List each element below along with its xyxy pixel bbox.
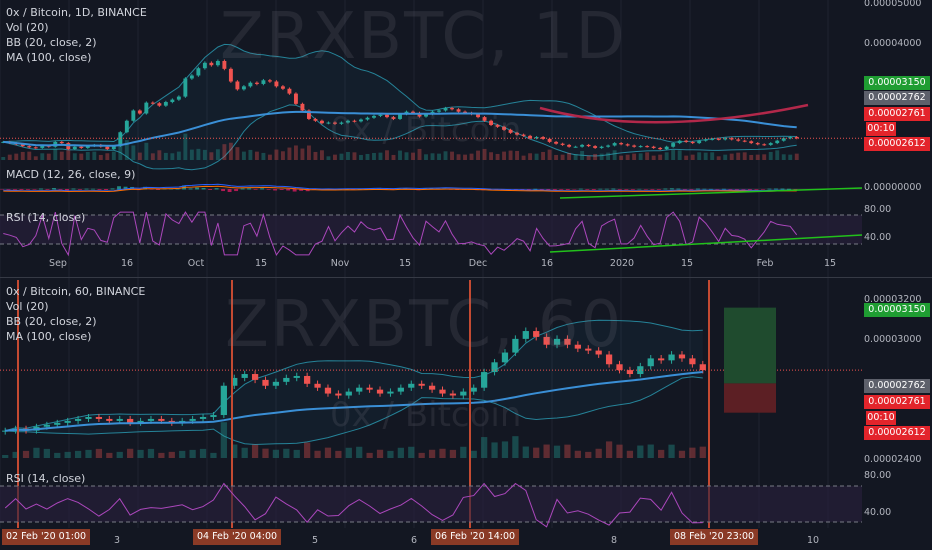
top-y-tick: 0.00005000: [864, 0, 922, 9]
top-target-price-badge: 0.00003150: [864, 76, 930, 90]
top-indicator-bb: BB (20, close, 2): [6, 36, 97, 49]
session-label-4: 08 Feb '20 23:00: [670, 529, 759, 545]
chart-divider: [0, 277, 932, 278]
bottom-target-price-badge: 0.00003150: [864, 303, 930, 317]
top-x-tick: 16: [120, 258, 134, 269]
bottom-indicator-bb: BB (20, close, 2): [6, 315, 97, 328]
bottom-x-tick: 8: [610, 535, 618, 546]
top-chart-title: 0x / Bitcoin, 1D, BINANCE: [6, 6, 147, 19]
bottom-stop-price-badge: 0.00002612: [864, 426, 930, 440]
top-indicator-ma: MA (100, close): [6, 51, 92, 64]
bottom-rsi-y-tick: 40.00: [864, 507, 892, 518]
top-x-tick: 15: [254, 258, 268, 269]
bottom-y-tick: 0.00002400: [864, 454, 922, 465]
bottom-x-tick: 3: [113, 535, 121, 546]
bottom-last-price-badge: 0.00002762: [864, 379, 930, 393]
session-label-3: 06 Feb '20 14:00: [431, 529, 520, 545]
bottom-countdown-badge: 00:10: [866, 411, 896, 425]
top-x-tick: 2020: [609, 258, 635, 269]
session-label-2: 04 Feb '20 04:00: [193, 529, 282, 545]
top-watermark-sub: 0x / Bitcoin: [330, 110, 522, 150]
bottom-watermark-sub: 0x / Bitcoin: [330, 395, 522, 435]
top-stop-price-badge: 0.00002612: [864, 137, 930, 151]
bottom-y-tick: 0.00003000: [864, 334, 922, 345]
top-legend: 0x / Bitcoin, 1D, BINANCE Vol (20) BB (2…: [6, 5, 147, 65]
session-label-1: 02 Feb '20 01:00: [2, 529, 91, 545]
top-x-tick: Feb: [756, 258, 774, 269]
bottom-bid-price-badge: 0.00002761: [864, 395, 930, 409]
top-bid-price-badge: 0.00002761: [864, 107, 930, 121]
top-x-tick: Oct: [187, 258, 205, 269]
top-x-tick: Nov: [330, 258, 350, 269]
top-rsi-legend: RSI (14, close): [6, 211, 86, 224]
top-y-tick: 0.00004000: [864, 38, 922, 49]
chart-overlay: ZRXBTC, 1D 0x / Bitcoin 0x / Bitcoin, 1D…: [0, 0, 932, 550]
top-rsi-y-tick: 80.00: [864, 204, 892, 215]
bottom-indicator-vol: Vol (20): [6, 300, 49, 313]
top-x-tick: 16: [540, 258, 554, 269]
bottom-x-tick: 10: [806, 535, 820, 546]
bottom-x-tick: 5: [311, 535, 319, 546]
bottom-rsi-y-tick: 80.00: [864, 470, 892, 481]
top-last-price-badge: 0.00002762: [864, 91, 930, 105]
bottom-x-tick: 6: [410, 535, 418, 546]
bottom-indicator-ma: MA (100, close): [6, 330, 92, 343]
top-x-tick: 15: [680, 258, 694, 269]
bottom-rsi-legend: RSI (14, close): [6, 472, 86, 485]
top-x-tick: 15: [398, 258, 412, 269]
bottom-legend: 0x / Bitcoin, 60, BINANCE Vol (20) BB (2…: [6, 284, 145, 344]
top-x-tick: 15: [823, 258, 837, 269]
bottom-chart-title: 0x / Bitcoin, 60, BINANCE: [6, 285, 146, 298]
top-countdown-badge: 00:10: [866, 122, 896, 136]
top-macd-legend: MACD (12, 26, close, 9): [6, 168, 136, 181]
top-x-tick: Sep: [49, 258, 67, 269]
top-rsi-y-tick: 40.00: [864, 232, 892, 243]
top-watermark: ZRXBTC, 1D: [220, 0, 627, 74]
top-x-tick: Dec: [468, 258, 488, 269]
bottom-watermark: ZRXBTC, 60: [225, 288, 624, 362]
top-indicator-vol: Vol (20): [6, 21, 49, 34]
top-macd-y-tick: 0.00000000: [864, 182, 922, 193]
